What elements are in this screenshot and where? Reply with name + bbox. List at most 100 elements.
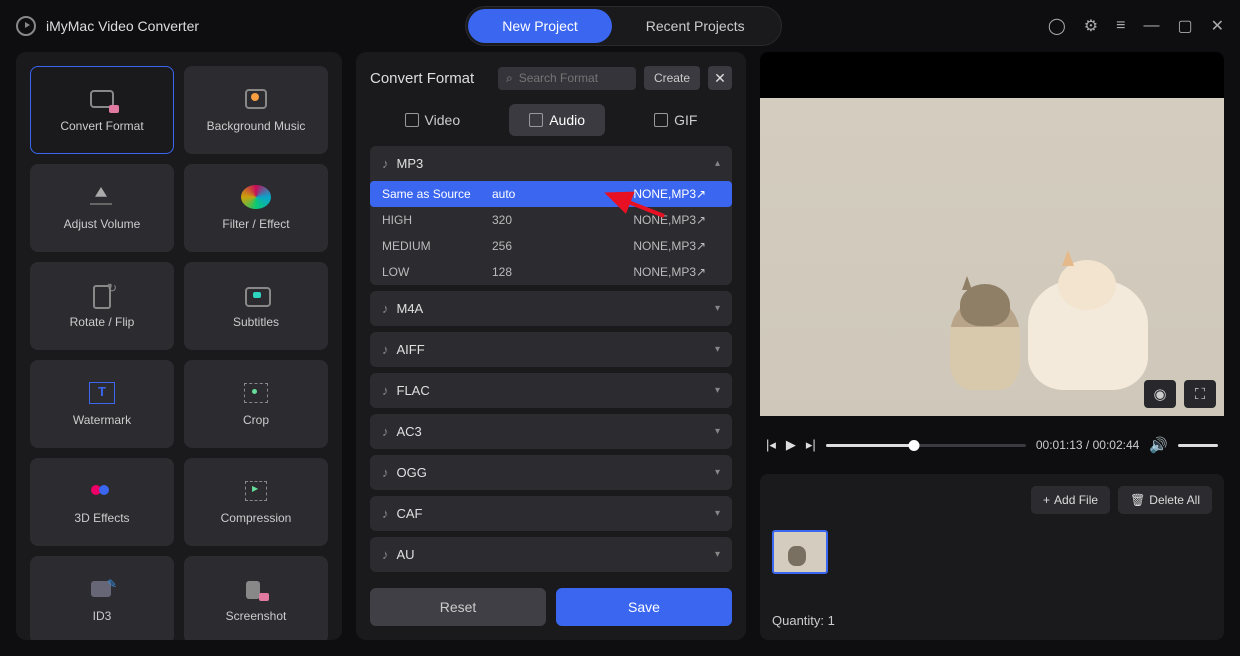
format-group-header[interactable]: ♪M4A▾ <box>370 291 732 326</box>
music-note-icon: ♪ <box>382 383 389 398</box>
format-group-flac: ♪FLAC▾ <box>370 373 732 408</box>
format-name: AC3 <box>397 424 422 439</box>
format-group-header[interactable]: ♪MP3▴ <box>370 146 732 181</box>
profile-codec: NONE,MP3 <box>582 265 696 279</box>
format-profile-row[interactable]: LOW128NONE,MP3↗ <box>370 259 732 285</box>
tool-subtitles[interactable]: Subtitles <box>184 262 328 350</box>
tab-new-project[interactable]: New Project <box>468 9 611 43</box>
format-group-header[interactable]: ♪AIFF▾ <box>370 332 732 367</box>
music-note-icon: ♪ <box>382 342 389 357</box>
tool-background-music[interactable]: Background Music <box>184 66 328 154</box>
format-name: CAF <box>397 506 423 521</box>
profile-name: HIGH <box>382 213 492 227</box>
format-group-aiff: ♪AIFF▾ <box>370 332 732 367</box>
format-group-au: ♪AU▾ <box>370 537 732 572</box>
fullscreen-button[interactable]: ⛶ <box>1184 380 1216 408</box>
ic-filter-icon <box>241 185 271 209</box>
format-tab-audio[interactable]: Audio <box>509 104 605 136</box>
format-group-header[interactable]: ♪OGG▾ <box>370 455 732 490</box>
format-name: FLAC <box>397 383 430 398</box>
delete-all-button[interactable]: 🗑Delete All <box>1118 486 1212 514</box>
search-format-wrap[interactable]: ⌕ <box>498 67 636 90</box>
format-group-ogg: ♪OGG▾ <box>370 455 732 490</box>
reset-button[interactable]: Reset <box>370 588 546 626</box>
volume-track[interactable] <box>1178 444 1218 447</box>
add-file-button[interactable]: +Add File <box>1031 486 1110 514</box>
tool-rotate-flip[interactable]: Rotate / Flip <box>30 262 174 350</box>
tool-label: Convert Format <box>60 119 143 133</box>
profile-name: LOW <box>382 265 492 279</box>
audio-icon <box>529 113 543 127</box>
minimize-icon[interactable]: — <box>1143 17 1159 35</box>
search-icon: ⌕ <box>506 71 513 86</box>
external-link-icon[interactable]: ↗ <box>696 187 720 201</box>
format-group-m4a: ♪M4A▾ <box>370 291 732 326</box>
format-profile-row[interactable]: MEDIUM256NONE,MP3↗ <box>370 233 732 259</box>
account-icon[interactable]: ◯ <box>1048 16 1066 36</box>
close-window-icon[interactable]: ✕ <box>1211 16 1224 36</box>
profile-codec: NONE,MP3 <box>582 239 696 253</box>
seek-track[interactable] <box>826 444 1026 447</box>
convert-format-panel: Convert Format ⌕ Create ✕ Video Audio GI… <box>356 52 746 640</box>
music-note-icon: ♪ <box>382 301 389 316</box>
queue-thumbnail[interactable] <box>772 530 828 574</box>
video-canvas[interactable] <box>760 98 1224 416</box>
tool-crop[interactable]: Crop <box>184 360 328 448</box>
tool-adjust-volume[interactable]: Adjust Volume <box>30 164 174 252</box>
snapshot-button[interactable]: ◉ <box>1144 380 1176 408</box>
profile-codec: NONE,MP3 <box>582 187 696 201</box>
tool-compression[interactable]: Compression <box>184 458 328 546</box>
format-tab-gif[interactable]: GIF <box>634 104 717 136</box>
save-button[interactable]: Save <box>556 588 732 626</box>
tool-id3[interactable]: ID3 <box>30 556 174 640</box>
format-profile-row[interactable]: HIGH320NONE,MP3↗ <box>370 207 732 233</box>
next-button[interactable]: ▸| <box>806 437 816 453</box>
app-logo-wrap: iMyMac Video Converter <box>16 16 199 36</box>
volume-icon[interactable]: 🔊 <box>1149 436 1168 454</box>
prev-button[interactable]: |◂ <box>766 437 776 453</box>
profile-name: MEDIUM <box>382 239 492 253</box>
tool-convert-format[interactable]: Convert Format <box>30 66 174 154</box>
profile-bitrate: auto <box>492 187 582 201</box>
hamburger-icon[interactable]: ≡ <box>1116 17 1125 35</box>
tool-label: Background Music <box>207 119 306 133</box>
ic-volume-icon <box>87 185 117 209</box>
format-group-header[interactable]: ♪CAF▾ <box>370 496 732 531</box>
external-link-icon[interactable]: ↗ <box>696 213 720 227</box>
format-tab-video[interactable]: Video <box>385 104 481 136</box>
chevron-icon: ▾ <box>715 344 720 355</box>
tool-screenshot[interactable]: Screenshot <box>184 556 328 640</box>
tool-filter-effect[interactable]: Filter / Effect <box>184 164 328 252</box>
gear-icon[interactable]: ⚙ <box>1084 16 1098 36</box>
ic-id3-icon <box>87 577 117 601</box>
chevron-icon: ▾ <box>715 426 720 437</box>
trash-icon: 🗑 <box>1130 493 1145 507</box>
file-queue: +Add File 🗑Delete All Quantity: 1 <box>760 474 1224 640</box>
play-button[interactable]: ▶ <box>786 437 796 453</box>
search-format-input[interactable] <box>519 71 628 85</box>
format-profile-row[interactable]: Same as SourceautoNONE,MP3↗ <box>370 181 732 207</box>
create-button[interactable]: Create <box>644 66 700 90</box>
format-group-header[interactable]: ♪AU▾ <box>370 537 732 572</box>
external-link-icon[interactable]: ↗ <box>696 239 720 253</box>
close-panel-button[interactable]: ✕ <box>708 66 732 90</box>
chevron-icon: ▾ <box>715 508 720 519</box>
chevron-icon: ▴ <box>715 158 720 169</box>
tool-label: Watermark <box>73 413 131 427</box>
gif-icon <box>654 113 668 127</box>
tool-watermark[interactable]: Watermark <box>30 360 174 448</box>
external-link-icon[interactable]: ↗ <box>696 265 720 279</box>
format-name: M4A <box>397 301 424 316</box>
tool-label: Filter / Effect <box>222 217 289 231</box>
quantity-label: Quantity: 1 <box>772 613 1212 628</box>
format-group-header[interactable]: ♪AC3▾ <box>370 414 732 449</box>
tool-3d-effects[interactable]: 3D Effects <box>30 458 174 546</box>
format-group-header[interactable]: ♪FLAC▾ <box>370 373 732 408</box>
ic-wm-icon <box>87 381 117 405</box>
tab-recent-projects[interactable]: Recent Projects <box>612 9 779 43</box>
music-note-icon: ♪ <box>382 465 389 480</box>
preview-content <box>1028 280 1148 390</box>
tool-label: Adjust Volume <box>64 217 141 231</box>
video-preview: ◉ ⛶ <box>760 52 1224 416</box>
maximize-icon[interactable]: ▢ <box>1177 16 1192 36</box>
